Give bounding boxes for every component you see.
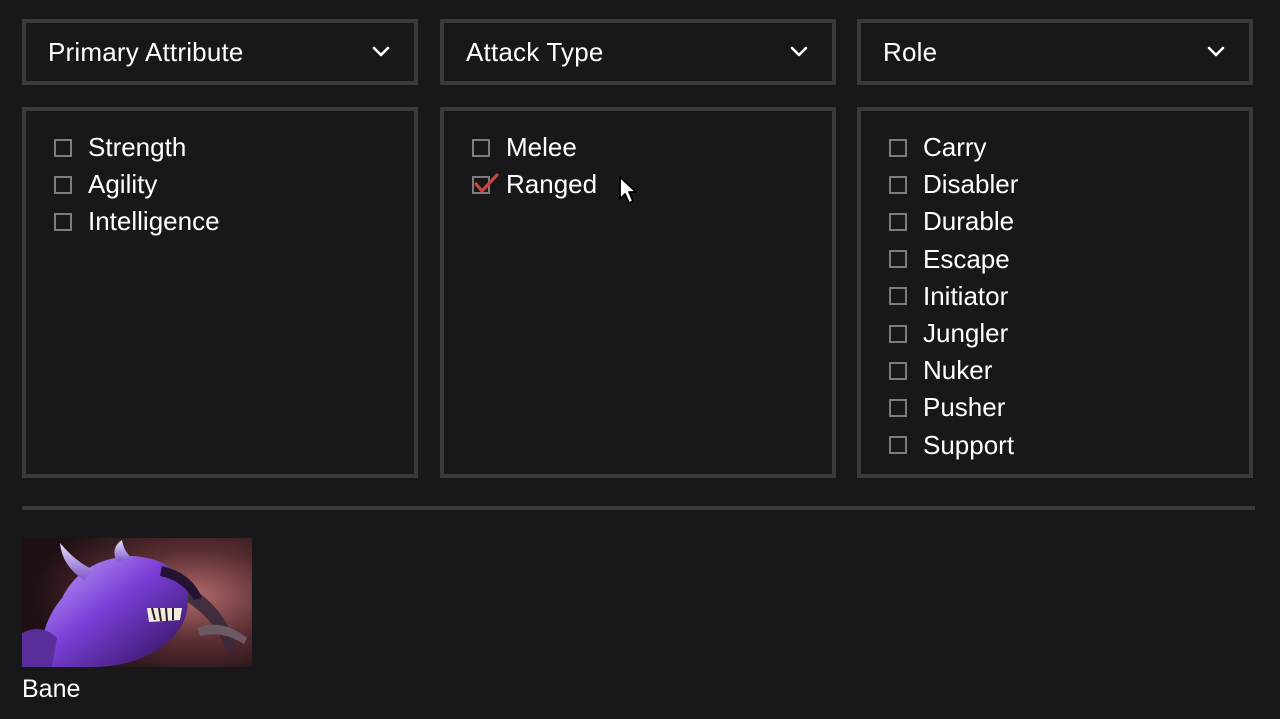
chevron-down-icon [788, 41, 810, 63]
option-label: Durable [923, 206, 1015, 237]
option-strength[interactable]: Strength [54, 129, 414, 166]
option-nuker[interactable]: Nuker [889, 352, 1249, 389]
checkbox[interactable] [889, 287, 907, 306]
option-label: Disabler [923, 169, 1019, 200]
primary-attribute-dropdown[interactable]: Primary Attribute [22, 19, 418, 85]
mouse-pointer-icon [619, 176, 637, 204]
option-label: Strength [88, 132, 187, 163]
option-durable[interactable]: Durable [889, 203, 1249, 240]
hero-name: Bane [22, 675, 81, 703]
checkbox[interactable] [889, 175, 907, 194]
results-divider [22, 506, 1255, 510]
checkbox[interactable] [889, 138, 907, 157]
option-label: Intelligence [88, 206, 220, 237]
checkbox[interactable] [889, 324, 907, 343]
primary-attribute-options: Strength Agility Intelligence [22, 107, 418, 478]
option-initiator[interactable]: Initiator [889, 278, 1249, 315]
checkbox[interactable] [889, 212, 907, 231]
hero-filter-page: Primary Attribute Attack Type Role Stren… [0, 0, 1280, 719]
hero-card[interactable]: Bane [22, 538, 252, 704]
checkbox[interactable] [54, 212, 72, 231]
option-melee[interactable]: Melee [472, 129, 832, 166]
option-label: Initiator [923, 280, 1009, 311]
option-carry[interactable]: Carry [889, 129, 1249, 166]
checkbox[interactable] [889, 250, 907, 269]
option-label: Nuker [923, 355, 993, 386]
option-support[interactable]: Support [889, 427, 1249, 464]
checkbox[interactable] [54, 175, 72, 194]
option-intelligence[interactable]: Intelligence [54, 203, 414, 240]
checkmark-icon [474, 173, 499, 193]
option-label: Ranged [506, 169, 598, 200]
checkbox[interactable] [889, 436, 907, 455]
checkbox-checked[interactable] [472, 173, 499, 194]
checkbox[interactable] [889, 361, 907, 380]
option-label: Support [923, 429, 1015, 460]
checkbox[interactable] [54, 138, 72, 157]
option-label: Jungler [923, 318, 1009, 349]
option-label: Agility [88, 169, 158, 200]
option-jungler[interactable]: Jungler [889, 315, 1249, 352]
attack-type-options: Melee Ranged [440, 107, 836, 478]
role-dropdown-label: Role [883, 36, 938, 67]
chevron-down-icon [1205, 41, 1227, 63]
option-label: Carry [923, 132, 987, 163]
role-dropdown[interactable]: Role [857, 19, 1253, 85]
attack-type-dropdown-label: Attack Type [466, 36, 604, 67]
chevron-down-icon [370, 41, 392, 63]
option-escape[interactable]: Escape [889, 241, 1249, 278]
attack-type-dropdown[interactable]: Attack Type [440, 19, 836, 85]
role-options: Carry Disabler Durable Escape Initiator … [857, 107, 1253, 478]
option-pusher[interactable]: Pusher [889, 389, 1249, 426]
option-label: Pusher [923, 392, 1006, 423]
option-disabler[interactable]: Disabler [889, 166, 1249, 203]
option-agility[interactable]: Agility [54, 166, 414, 203]
checkbox[interactable] [472, 138, 490, 157]
option-ranged[interactable]: Ranged [472, 166, 832, 203]
option-label: Melee [506, 132, 577, 163]
primary-attribute-dropdown-label: Primary Attribute [48, 36, 244, 67]
checkbox[interactable] [889, 398, 907, 417]
hero-portrait-image [22, 538, 252, 667]
option-label: Escape [923, 243, 1010, 274]
